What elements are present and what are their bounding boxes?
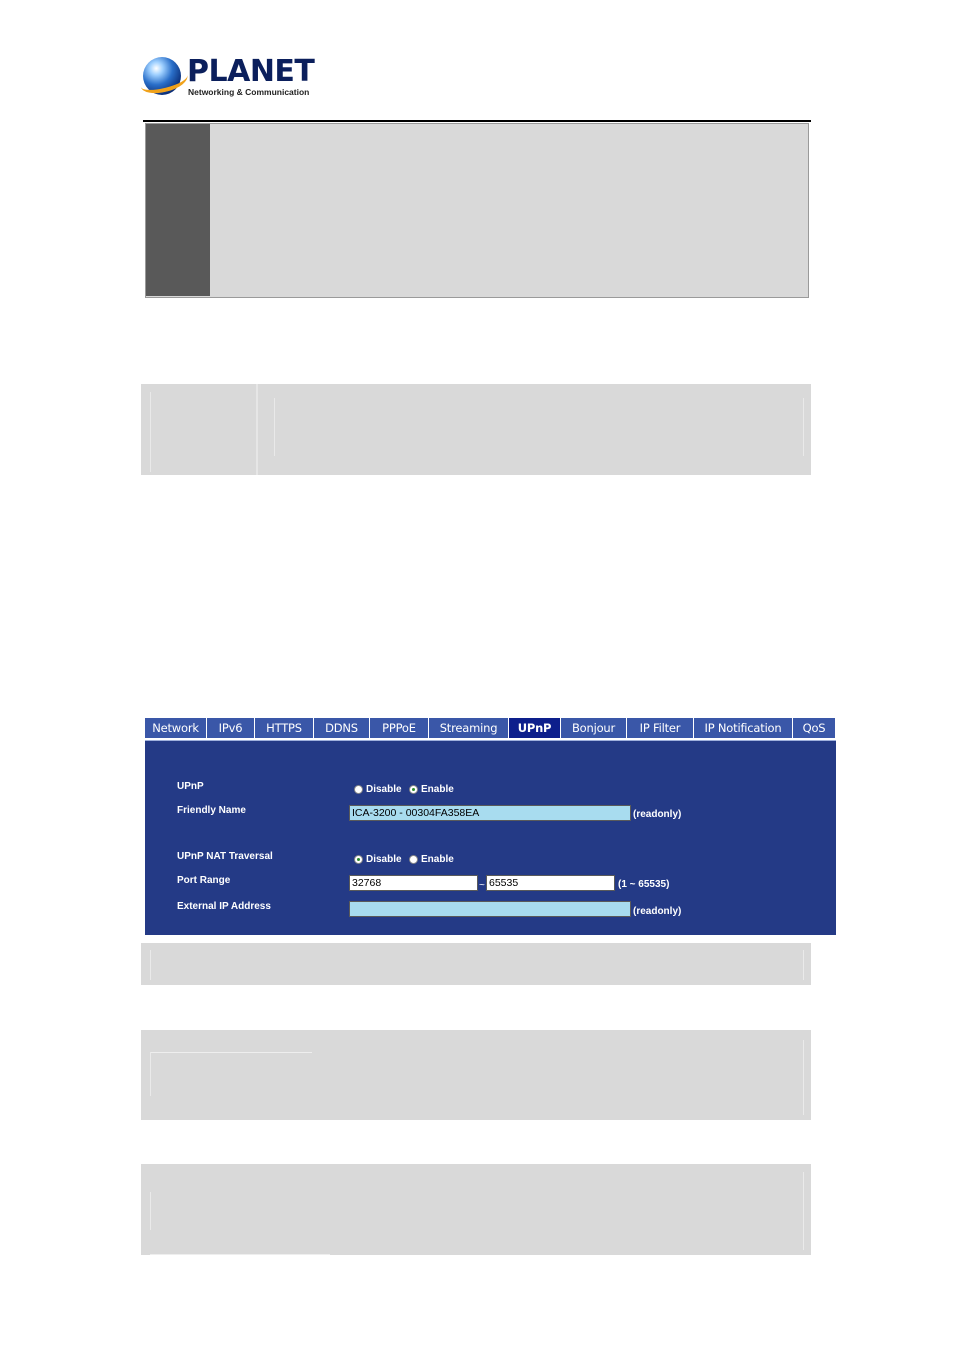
nat-disable-radio[interactable] [354,855,363,864]
settings-tab-bar: Network IPv6 HTTPS DDNS PPPoE Streaming UPnP Bo… [145,718,836,738]
friendly-name-field[interactable]: ICA-3200 - 00304FA358EA [349,805,631,821]
divider [803,950,804,980]
divider [150,950,151,980]
tab-pppoe[interactable]: PPPoE [370,718,429,738]
nat-enable-radio[interactable] [409,855,418,864]
tab-ipv6[interactable]: IPv6 [207,718,255,738]
port-range-label: Port Range [177,875,231,886]
port-range-end-input[interactable]: 65535 [486,875,615,891]
divider [150,1052,151,1096]
grey-block-3 [141,943,811,985]
port-range-separator: ~ [479,880,485,891]
logo-tagline: Networking & Communication [188,87,310,97]
grey-block-1 [145,123,809,298]
tab-network[interactable]: Network [145,718,207,738]
tab-ddns[interactable]: DDNS [314,718,370,738]
port-range-start-input[interactable]: 32768 [349,875,478,891]
tab-https[interactable]: HTTPS [255,718,314,738]
upnp-enable-label: Enable [421,784,454,795]
external-ip-field[interactable] [349,901,631,917]
divider [150,1254,330,1255]
upnp-disable-label: Disable [366,784,402,795]
tab-bonjour[interactable]: Bonjour [561,718,627,738]
grey-block-4 [141,1030,811,1120]
divider [150,1192,151,1230]
upnp-label: UPnP [177,781,204,792]
upnp-settings-panel: UPnP Disable Enable Friendly Name ICA-32… [145,740,836,935]
header-rule [143,120,811,122]
tab-ip-filter[interactable]: IP Filter [627,718,694,738]
logo-wordmark: PLANET [187,54,315,89]
port-range-hint: (1 ~ 65535) [618,879,670,890]
divider [803,1172,804,1250]
divider [150,1052,312,1053]
divider [256,384,258,475]
divider [150,392,151,472]
grey-block-5 [141,1164,811,1255]
grey-block-2-cell [274,398,804,456]
nat-traversal-label: UPnP NAT Traversal [177,851,273,862]
tab-streaming[interactable]: Streaming [429,718,509,738]
tab-ip-notification[interactable]: IP Notification [694,718,793,738]
external-ip-readonly-note: (readonly) [633,906,682,917]
tab-upnp[interactable]: UPnP [509,718,561,738]
divider [803,1040,804,1115]
friendly-name-readonly-note: (readonly) [633,809,682,820]
friendly-name-label: Friendly Name [177,805,246,816]
upnp-enable-radio[interactable] [409,785,418,794]
tab-qos[interactable]: QoS [793,718,836,738]
nat-enable-label: Enable [421,854,454,865]
upnp-disable-radio[interactable] [354,785,363,794]
grey-block-1-sidebar [146,124,210,296]
external-ip-label: External IP Address [177,901,271,912]
nat-disable-label: Disable [366,854,402,865]
